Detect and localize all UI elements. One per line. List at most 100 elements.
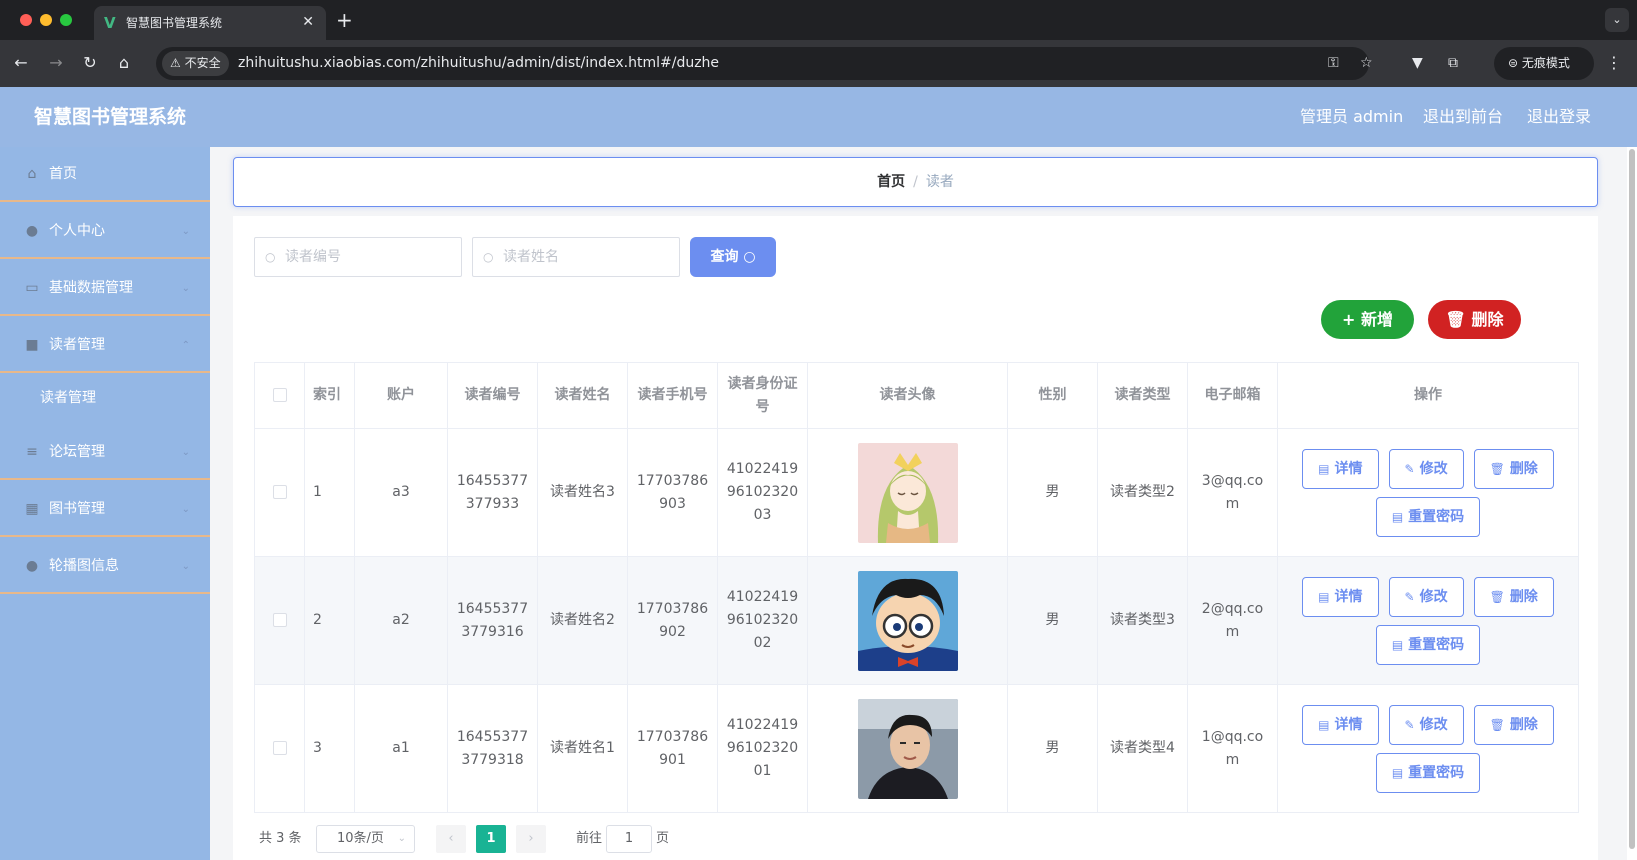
reader-no-placeholder: 读者编号 bbox=[285, 249, 341, 265]
column-header: 操作 bbox=[1277, 362, 1579, 429]
document-icon: ▤ bbox=[1318, 717, 1330, 732]
chevron-down-icon: ⌄ bbox=[397, 833, 406, 844]
browser-menu-icon[interactable]: ⋮ bbox=[1606, 53, 1622, 73]
vue-logo-icon: V bbox=[104, 14, 116, 32]
edit-icon: ✎ bbox=[1404, 461, 1415, 476]
column-header: 读者手机号 bbox=[627, 362, 718, 429]
operations-cell: ▤ 详情 ✎ 修改 🗑︎ 删除 ▤ 重置密码 bbox=[1277, 556, 1579, 685]
sidebar-item-base-data[interactable]: ▭ 基础数据管理 ⌄ bbox=[0, 261, 210, 316]
security-indicator[interactable]: ⚠ 不安全 bbox=[162, 51, 229, 76]
detail-button[interactable]: ▤ 详情 bbox=[1302, 448, 1379, 489]
avatar-cell bbox=[807, 428, 1008, 557]
cartoon-boy-glasses-avatar[interactable] bbox=[857, 570, 958, 671]
back-to-front-link[interactable]: 退出到前台 bbox=[1423, 87, 1503, 147]
close-window-button[interactable] bbox=[20, 14, 32, 26]
minimize-window-button[interactable] bbox=[40, 14, 52, 26]
column-header: 索引 bbox=[304, 362, 355, 429]
breadcrumb-home[interactable]: 首页 bbox=[877, 174, 905, 190]
scrollbar-thumb[interactable] bbox=[1629, 149, 1635, 849]
column-header: 读者身份证号 bbox=[717, 362, 808, 429]
prev-page-button[interactable]: ‹ bbox=[436, 825, 466, 853]
batch-delete-button[interactable]: 🗑︎ 删除 bbox=[1428, 300, 1521, 339]
table-row: 1 a3 16455377377933 读者姓名3 17703786903 41… bbox=[254, 428, 1579, 557]
reload-icon[interactable]: ↻ bbox=[79, 52, 101, 74]
anime-girl-avatar[interactable] bbox=[857, 442, 958, 543]
tab-search-icon[interactable]: ⌄ bbox=[1605, 8, 1629, 32]
incognito-indicator[interactable]: ⊜ 无痕模式 bbox=[1494, 47, 1594, 80]
id-card-cell: 410224199610232003 bbox=[717, 428, 808, 557]
add-button[interactable]: + 新增 bbox=[1321, 300, 1414, 339]
phone-cell: 17703786902 bbox=[627, 556, 718, 685]
man-portrait-avatar[interactable] bbox=[857, 698, 958, 799]
browser-tab[interactable]: V 智慧图书管理系统 ✕ bbox=[94, 6, 326, 40]
type-cell: 读者类型3 bbox=[1097, 556, 1188, 685]
sidebar-item-home[interactable]: ⌂ 首页 bbox=[0, 147, 210, 202]
row-select-cell bbox=[254, 684, 305, 813]
delete-button[interactable]: 🗑︎ 删除 bbox=[1473, 704, 1554, 745]
name-cell: 读者姓名1 bbox=[537, 684, 628, 813]
bulb-icon: ● bbox=[25, 558, 39, 574]
sidebar-item-carousel[interactable]: ● 轮播图信息 ⌄ bbox=[0, 539, 210, 594]
name-cell: 读者姓名3 bbox=[537, 428, 628, 557]
detail-button[interactable]: ▤ 详情 bbox=[1302, 576, 1379, 617]
reset-password-button[interactable]: ▤ 重置密码 bbox=[1375, 624, 1481, 665]
detail-button[interactable]: ▤ 详情 bbox=[1302, 704, 1379, 745]
avatar-cell bbox=[807, 556, 1008, 685]
breadcrumb-separator: / bbox=[913, 174, 918, 190]
total-count: 共 3 条 bbox=[259, 831, 302, 846]
page-scrollbar[interactable] bbox=[1627, 147, 1637, 860]
goto-label: 前往 bbox=[576, 831, 603, 846]
sidebar-item-forum[interactable]: ≡ 论坛管理 ⌄ bbox=[0, 425, 210, 480]
column-header: 读者类型 bbox=[1097, 362, 1188, 429]
edit-button[interactable]: ✎ 修改 bbox=[1388, 448, 1464, 489]
bookmark-star-icon[interactable]: ☆ bbox=[1360, 55, 1373, 72]
search-icon: ○ bbox=[743, 249, 756, 265]
forward-icon[interactable]: → bbox=[45, 52, 67, 74]
password-key-icon[interactable]: ⚿ bbox=[1328, 55, 1339, 72]
delete-button[interactable]: 🗑︎ 删除 bbox=[1473, 448, 1554, 489]
extension-v-icon[interactable]: ▼ bbox=[1412, 53, 1423, 73]
select-all-checkbox[interactable] bbox=[272, 388, 287, 402]
home-icon[interactable]: ⌂ bbox=[113, 52, 135, 74]
goto-page-input[interactable]: 1 bbox=[606, 825, 652, 853]
extensions-puzzle-icon[interactable]: ⧉ bbox=[1448, 53, 1458, 73]
index-cell: 1 bbox=[304, 428, 355, 557]
close-tab-icon[interactable]: ✕ bbox=[302, 14, 314, 30]
next-page-button[interactable]: › bbox=[516, 825, 546, 853]
row-checkbox[interactable] bbox=[272, 485, 287, 499]
maximize-window-button[interactable] bbox=[60, 14, 72, 26]
grid-icon: ▦ bbox=[25, 501, 39, 517]
logout-link[interactable]: 退出登录 bbox=[1527, 87, 1591, 147]
reset-password-button[interactable]: ▤ 重置密码 bbox=[1375, 496, 1481, 537]
reader-no-search-input[interactable]: ○ 读者编号 bbox=[254, 237, 462, 277]
url-text[interactable]: zhihuitushu.xiaobias.com/zhihuitushu/adm… bbox=[238, 47, 719, 80]
address-bar[interactable]: ⚠ 不安全 zhihuitushu.xiaobias.com/zhihuitus… bbox=[156, 47, 1373, 80]
edit-button[interactable]: ✎ 修改 bbox=[1388, 576, 1464, 617]
sidebar-item-books[interactable]: ▦ 图书管理 ⌄ bbox=[0, 482, 210, 537]
gender-cell: 男 bbox=[1007, 428, 1098, 557]
new-tab-icon[interactable]: + bbox=[336, 10, 353, 30]
edit-button[interactable]: ✎ 修改 bbox=[1388, 704, 1464, 745]
select-all-header bbox=[254, 362, 305, 429]
row-checkbox[interactable] bbox=[272, 741, 287, 755]
sidebar-item-personal-center[interactable]: ● 个人中心 ⌄ bbox=[0, 204, 210, 259]
submenu-item-reader-management[interactable]: 读者管理 bbox=[0, 372, 210, 424]
query-button[interactable]: 查询 ○ bbox=[690, 237, 776, 277]
index-cell: 2 bbox=[304, 556, 355, 685]
trash-icon: 🗑︎ bbox=[1489, 589, 1505, 604]
search-icon: ○ bbox=[483, 250, 494, 264]
delete-button[interactable]: 🗑︎ 删除 bbox=[1473, 576, 1554, 617]
chevron-down-icon: ⌄ bbox=[181, 283, 190, 294]
row-checkbox[interactable] bbox=[272, 613, 287, 627]
sidebar-item-label: 个人中心 bbox=[49, 223, 105, 239]
page-number-1[interactable]: 1 bbox=[476, 825, 506, 853]
type-cell: 读者类型2 bbox=[1097, 428, 1188, 557]
page-size-select[interactable]: 10条/页 ⌄ bbox=[316, 825, 415, 853]
sidebar-item-reader-management[interactable]: ■ 读者管理 ⌃ bbox=[0, 318, 210, 373]
reader-name-search-input[interactable]: ○ 读者姓名 bbox=[472, 237, 680, 277]
reset-password-button[interactable]: ▤ 重置密码 bbox=[1375, 752, 1481, 793]
sidebar-item-label: 论坛管理 bbox=[49, 444, 105, 460]
document-icon: ▤ bbox=[1318, 589, 1330, 604]
back-icon[interactable]: ← bbox=[10, 52, 32, 74]
column-header: 读者编号 bbox=[447, 362, 538, 429]
